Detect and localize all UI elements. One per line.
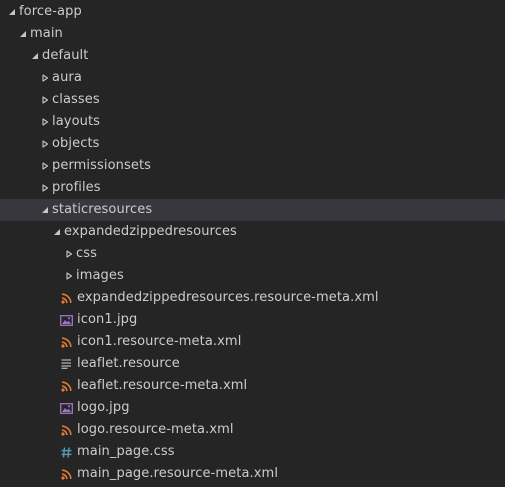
folder-label: force-app <box>19 4 82 19</box>
folder-profiles[interactable]: profiles <box>0 177 505 199</box>
folder-label: images <box>76 268 124 283</box>
file-label: main_page.css <box>77 444 175 459</box>
folder-label: layouts <box>52 114 101 129</box>
file-label: main_page.resource-meta.xml <box>77 466 279 481</box>
chevron-down-icon[interactable] <box>7 1 17 23</box>
folder-permissionsets[interactable]: permissionsets <box>0 155 505 177</box>
folder-label: aura <box>52 70 82 85</box>
file-leaflet-meta[interactable]: leaflet.resource-meta.xml <box>0 375 505 397</box>
file-leaflet-resource[interactable]: leaflet.resource <box>0 353 505 375</box>
folder-aura[interactable]: aura <box>0 67 505 89</box>
folder-label: classes <box>52 92 100 107</box>
root-folder-force-app[interactable]: force-app <box>0 1 505 23</box>
chevron-down-icon[interactable] <box>18 23 28 45</box>
folder-label: objects <box>52 136 100 151</box>
file-logo-meta[interactable]: logo.resource-meta.xml <box>0 419 505 441</box>
folder-objects[interactable]: objects <box>0 133 505 155</box>
folder-expandedzippedresources[interactable]: expandedzippedresources <box>0 221 505 243</box>
folder-layouts[interactable]: layouts <box>0 111 505 133</box>
file-label: leaflet.resource-meta.xml <box>77 378 248 393</box>
lines-icon <box>59 353 73 375</box>
folder-images[interactable]: images <box>0 265 505 287</box>
chevron-down-icon[interactable] <box>30 45 40 67</box>
chevron-right-icon[interactable] <box>40 177 50 199</box>
rss-icon <box>59 287 73 309</box>
folder-label: expandedzippedresources <box>64 224 237 239</box>
file-label: leaflet.resource <box>77 356 180 371</box>
file-label: logo.jpg <box>77 400 130 415</box>
folder-label: permissionsets <box>52 158 152 173</box>
folder-label: profiles <box>52 180 101 195</box>
folder-label: css <box>76 246 97 261</box>
chevron-right-icon[interactable] <box>40 111 50 133</box>
folder-label: staticresources <box>52 202 153 217</box>
folder-label: default <box>42 48 89 63</box>
file-icon1-meta[interactable]: icon1.resource-meta.xml <box>0 331 505 353</box>
rss-icon <box>59 375 73 397</box>
rss-icon <box>59 419 73 441</box>
file-label: icon1.jpg <box>77 312 138 327</box>
chevron-right-icon[interactable] <box>40 89 50 111</box>
folder-label: main <box>30 26 63 41</box>
chevron-down-icon[interactable] <box>52 221 62 243</box>
folder-default[interactable]: default <box>0 45 505 67</box>
chevron-right-icon[interactable] <box>64 243 74 265</box>
image-icon <box>59 397 73 419</box>
hash-icon <box>59 441 73 463</box>
file-icon1-jpg[interactable]: icon1.jpg <box>0 309 505 331</box>
file-main-page-meta[interactable]: main_page.resource-meta.xml <box>0 463 505 483</box>
chevron-right-icon[interactable] <box>40 155 50 177</box>
file-label: logo.resource-meta.xml <box>77 422 234 437</box>
chevron-right-icon[interactable] <box>40 67 50 89</box>
image-icon <box>59 309 73 331</box>
rss-icon <box>59 331 73 353</box>
file-logo-jpg[interactable]: logo.jpg <box>0 397 505 419</box>
rss-icon <box>59 463 73 485</box>
folder-staticresources[interactable]: staticresources <box>0 199 505 221</box>
file-main-page-css[interactable]: main_page.css <box>0 441 505 463</box>
chevron-right-icon[interactable] <box>40 133 50 155</box>
folder-classes[interactable]: classes <box>0 89 505 111</box>
file-label: icon1.resource-meta.xml <box>77 334 242 349</box>
folder-main[interactable]: main <box>0 23 505 45</box>
chevron-down-icon[interactable] <box>40 199 50 221</box>
file-expandedzippedresources-meta[interactable]: expandedzippedresources.resource-meta.xm… <box>0 287 505 309</box>
file-explorer-tree: force-app main default aura classes layouts ob… <box>0 0 505 487</box>
file-label: expandedzippedresources.resource-meta.xm… <box>77 290 379 305</box>
folder-css[interactable]: css <box>0 243 505 265</box>
chevron-right-icon[interactable] <box>64 265 74 287</box>
